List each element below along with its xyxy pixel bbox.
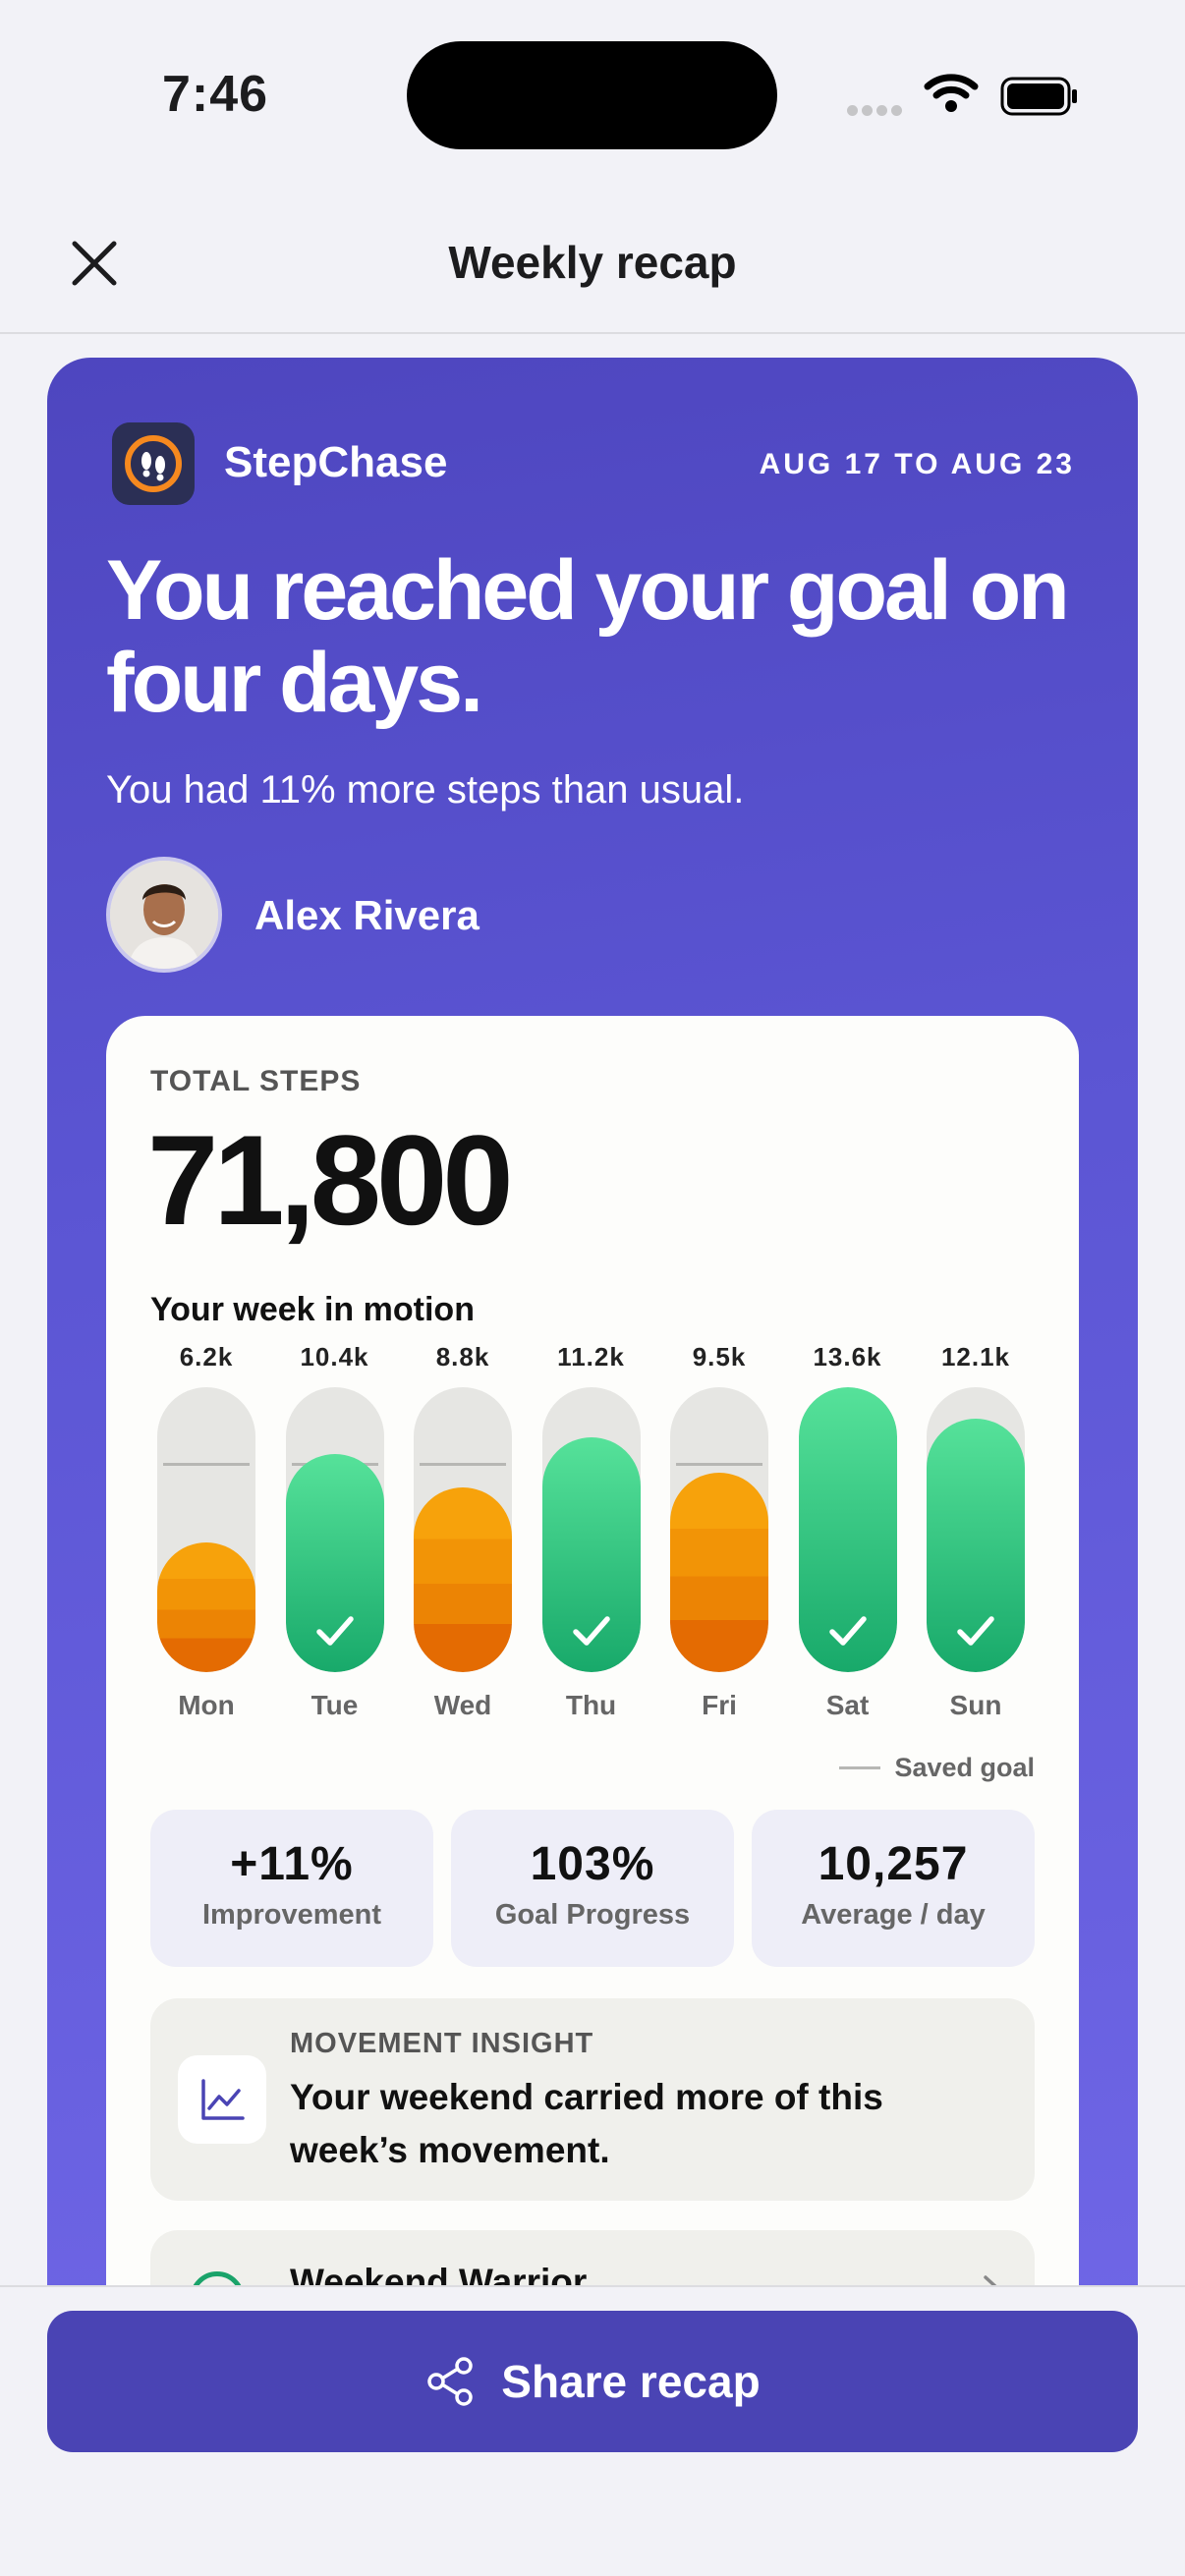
- recap-card: StepChase AUG 17 TO AUG 23 You reached y…: [47, 358, 1138, 2323]
- bar-value-label: 12.1k: [940, 1342, 1011, 1372]
- day-label: Tue: [310, 1690, 359, 1720]
- metric-goal-progress: 103% Goal Progress: [451, 1810, 734, 1967]
- share-icon: [427, 2357, 474, 2406]
- date-range: AUG 17 TO AUG 23: [759, 448, 1075, 480]
- page-title: Weekly recap: [448, 237, 737, 288]
- metric-average: 10,257 Average / day: [752, 1810, 1035, 1967]
- checkmark-icon: [828, 1616, 867, 1646]
- bar-value-label: 11.2k: [557, 1342, 625, 1372]
- insight-text: Your weekend carried more of this week’s…: [290, 2077, 883, 2170]
- bar: [798, 1387, 897, 1672]
- chart-legend: Saved goal: [839, 1753, 1035, 1783]
- wifi-icon: [924, 74, 979, 112]
- goal-legend-line: [839, 1766, 881, 1769]
- weekly-steps-chart: 6.2k Mon 10.4k Tue 8.8k Wed 11.2k Thu 9.5k Fri 13.…: [106, 1016, 1079, 1802]
- user-name: Alex Rivera: [254, 892, 480, 938]
- bar: [285, 1454, 384, 1672]
- recap-subhead: You had 11% more steps than usual.: [106, 768, 745, 812]
- bar-value-label: 8.8k: [435, 1342, 490, 1372]
- bar-track: [414, 1387, 512, 1672]
- bar-track: [541, 1387, 641, 1672]
- checkmark-icon: [315, 1616, 354, 1646]
- app-logo: [112, 422, 195, 505]
- movement-insight: MOVEMENT INSIGHT Your weekend carried mo…: [150, 1998, 1035, 2201]
- bar-value-label: 10.4k: [300, 1342, 369, 1372]
- avatar: [106, 857, 222, 973]
- cellular-signal-icon: [847, 103, 906, 121]
- day-label: Thu: [565, 1690, 617, 1720]
- metric-label: Goal Progress: [494, 1899, 691, 1931]
- bar: [157, 1542, 255, 1672]
- metric-value: 103%: [530, 1838, 655, 1890]
- bar-track: [670, 1387, 768, 1672]
- share-recap-button[interactable]: Share recap: [47, 2311, 1138, 2452]
- bar-value-label: 6.2k: [179, 1342, 234, 1372]
- battery-icon: [1000, 77, 1077, 116]
- bar-track: [157, 1387, 255, 1672]
- day-label: Sun: [949, 1690, 1002, 1720]
- metric-label: Average / day: [801, 1899, 986, 1931]
- checkmark-icon: [957, 1616, 994, 1646]
- goal-line: [163, 1463, 250, 1466]
- bar-track: [927, 1387, 1025, 1672]
- recap-headline: You reached your goal on four days.: [106, 543, 1070, 730]
- bar: [414, 1487, 512, 1672]
- metric-value: +11%: [230, 1838, 354, 1890]
- metric-value: 10,257: [818, 1838, 969, 1890]
- insight-kicker: MOVEMENT INSIGHT: [290, 2028, 594, 2059]
- bar-track: [285, 1387, 384, 1672]
- nav-bar: Weekly recap: [0, 187, 1185, 334]
- goal-line: [676, 1463, 762, 1466]
- brand-name: StepChase: [224, 438, 448, 486]
- bar: [541, 1437, 641, 1672]
- share-label: Share recap: [501, 2356, 761, 2407]
- bar-value-label: 9.5k: [692, 1342, 747, 1372]
- line-chart-icon: [178, 2055, 266, 2144]
- bottom-bar: Share recap: [0, 2285, 1185, 2576]
- footprints-icon: [125, 435, 182, 492]
- day-label: Wed: [433, 1690, 492, 1720]
- checkmark-icon: [572, 1616, 610, 1646]
- metric-improvement: +11% Improvement: [150, 1810, 433, 1967]
- day-label: Mon: [178, 1690, 235, 1720]
- bar-track: [798, 1387, 897, 1672]
- status-bar: 7:46: [0, 0, 1185, 187]
- day-label: Fri: [702, 1690, 737, 1720]
- goal-line: [420, 1463, 506, 1466]
- bar: [670, 1473, 768, 1672]
- metric-label: Improvement: [201, 1899, 382, 1931]
- day-label: Sat: [825, 1690, 870, 1720]
- legend-label: Saved goal: [894, 1753, 1035, 1782]
- stats-card: TOTAL STEPS 71,800 Your week in motion 6…: [106, 1016, 1079, 2323]
- status-time: 7:46: [162, 66, 269, 123]
- dynamic-island: [407, 41, 777, 149]
- bar: [927, 1419, 1025, 1672]
- bar-value-label: 13.6k: [813, 1342, 882, 1372]
